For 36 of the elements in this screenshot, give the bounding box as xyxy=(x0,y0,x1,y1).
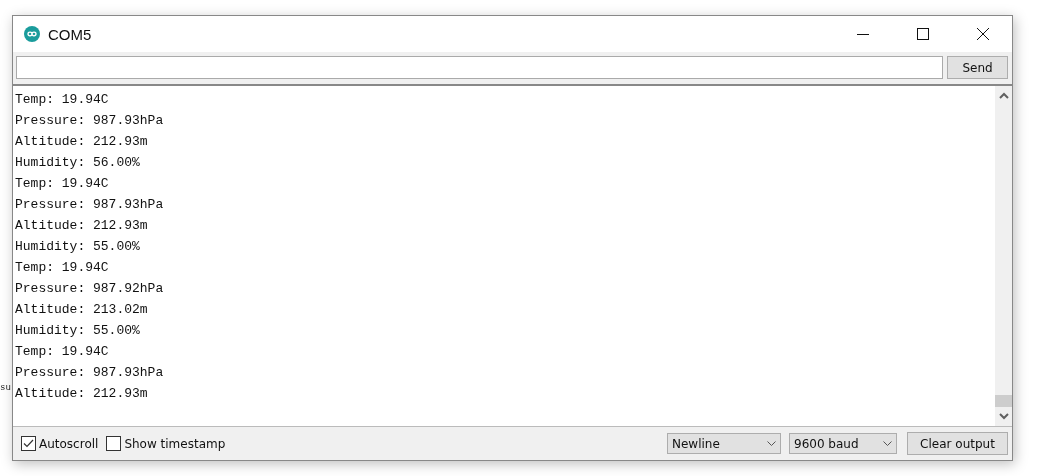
output-line: Temp: 19.94C xyxy=(15,91,110,109)
app-logo-icon xyxy=(24,26,40,42)
output-line: Altitude: 212.93m xyxy=(15,385,149,403)
caret-icon xyxy=(883,440,892,447)
checkbox-label[interactable]: Show timestamp xyxy=(124,436,226,451)
output-line: Humidity: 55.00% xyxy=(15,322,141,340)
caret-icon xyxy=(767,440,776,447)
line-ending-dropdown[interactable]: Newline xyxy=(667,433,781,454)
output-line: Pressure: 987.93hPa xyxy=(15,364,165,382)
output-line: Altitude: 212.93m xyxy=(15,217,149,235)
checkbox[interactable] xyxy=(106,436,122,451)
output-line: Humidity: 56.00% xyxy=(15,154,141,172)
scroll-up-icon[interactable] xyxy=(998,92,1009,99)
maximize-icon xyxy=(917,28,929,40)
checkbox[interactable] xyxy=(21,436,36,451)
checkbox-label[interactable]: Autoscroll xyxy=(39,436,99,451)
output-line: Pressure: 987.93hPa xyxy=(15,196,165,214)
output-line: Altitude: 212.93m xyxy=(15,133,149,151)
minimize-icon xyxy=(857,33,869,35)
output-line: Humidity: 55.00% xyxy=(15,238,141,256)
output-line: Temp: 19.94C xyxy=(15,343,110,361)
clear-output-button[interactable]: Clear output xyxy=(907,432,1008,455)
scrollbar[interactable] xyxy=(995,86,1012,426)
output-line: Pressure: 987.93hPa xyxy=(15,112,165,130)
output-line: Altitude: 213.02m xyxy=(15,301,149,319)
send-button[interactable]: Send xyxy=(947,56,1008,79)
scroll-down-icon[interactable] xyxy=(998,413,1009,420)
window-title: COM5 xyxy=(48,25,93,43)
background-text: su xyxy=(0,383,11,393)
baud-rate-dropdown[interactable]: 9600 baud xyxy=(789,433,897,454)
close-icon xyxy=(977,28,989,40)
output-line: Pressure: 987.92hPa xyxy=(15,280,165,298)
output-line: Temp: 19.94C xyxy=(15,259,110,277)
scrollbar-thumb[interactable] xyxy=(995,395,1012,407)
send-input-field[interactable] xyxy=(16,56,943,79)
output-line: Temp: 19.94C xyxy=(15,175,110,193)
